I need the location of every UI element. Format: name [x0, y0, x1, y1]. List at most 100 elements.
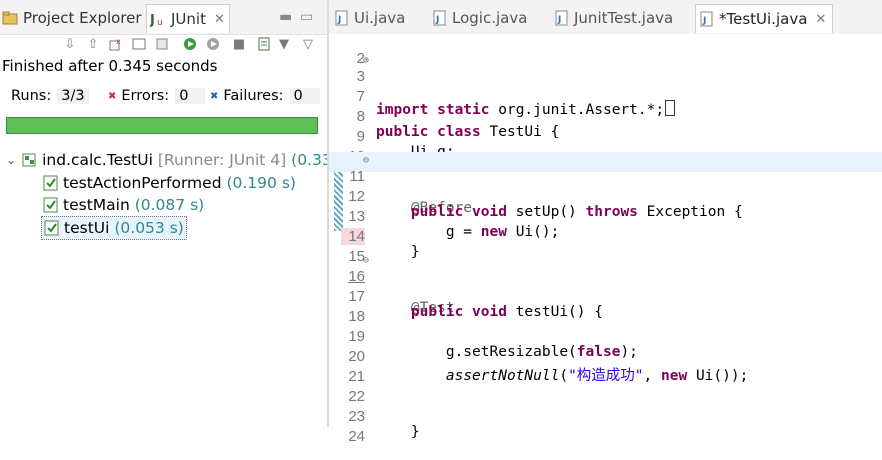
fold-expand-icon[interactable]: ⊕: [363, 55, 369, 66]
next-failure-icon[interactable]: ⇩: [62, 36, 78, 52]
test-name: testUi: [64, 219, 110, 237]
code-line: 16 ⊖ @Test: [329, 252, 882, 316]
code-line: 17 public void testUi() {: [329, 272, 882, 320]
editor-tab-bar: J Ui.java J Logic.java J JunitTest.java …: [329, 0, 882, 35]
editor-tab-logic[interactable]: J Logic.java: [433, 4, 527, 32]
tab-project-explorer[interactable]: Project Explorer: [2, 4, 142, 32]
test-case-row[interactable]: testMain (0.087 s): [43, 194, 204, 216]
error-icon: ✖: [108, 90, 117, 102]
code-line: 21: [329, 352, 882, 385]
errors-counter: ✖ Errors: 0: [108, 88, 206, 104]
tab-junit[interactable]: Ju JUnit ✕: [146, 4, 230, 33]
status-text: Finished after 0.345 seconds: [2, 57, 218, 75]
tree-root[interactable]: ⌄ ind.calc.TestUi [Runner: JUnit 4] (0.3…: [6, 149, 342, 171]
close-icon[interactable]: ✕: [214, 12, 225, 27]
code-line: 23 }: [329, 392, 882, 440]
maximize-icon[interactable]: ▭: [300, 9, 313, 25]
code-line: 15: [329, 232, 882, 265]
svg-text:x: x: [116, 37, 121, 46]
code-line: 7: [329, 72, 882, 105]
code-line: 18: [329, 292, 882, 325]
tree-root-runner: [Runner: JUnit 4]: [157, 151, 287, 169]
code-line: 22: [329, 372, 882, 405]
chevron-down-icon[interactable]: ⌄: [6, 153, 16, 167]
svg-text:u: u: [157, 18, 163, 27]
editor-tab-label: Ui.java: [354, 9, 406, 27]
failures-value: 0: [289, 88, 320, 104]
svg-text:J: J: [150, 13, 155, 27]
runs-value: 3/3: [57, 88, 89, 104]
java-file-icon: J: [555, 10, 569, 26]
java-file-icon: J: [433, 10, 447, 26]
test-name: testMain: [63, 196, 130, 214]
failures-counter: ✖ Failures: 0: [210, 88, 320, 104]
tab-label: JUnit: [171, 10, 206, 28]
code-line: 24: [329, 412, 882, 445]
code-line: 12 public void setUp() throws Exception …: [329, 172, 882, 220]
junit-view: Project Explorer Ju JUnit ✕ ▬ ▭ ⇩ ⇧ x ■: [0, 0, 342, 427]
line-number: 24: [348, 428, 365, 445]
code-line-current: 11 ⊖ @Before: [329, 152, 882, 216]
show-failures-only-icon[interactable]: x: [108, 36, 124, 52]
scroll-lock-icon[interactable]: [154, 36, 170, 52]
test-case-row[interactable]: testActionPerformed (0.190 s): [43, 172, 296, 194]
code-line: 14 }: [329, 212, 882, 260]
package-explorer-icon: [2, 10, 18, 26]
progress-bar: [6, 117, 318, 134]
editor-tab-label: Logic.java: [452, 9, 528, 27]
runs-label: Runs:: [11, 88, 52, 104]
code-line: 19 g.setResizable(false);: [329, 312, 882, 360]
history-dropdown-icon[interactable]: ▼: [276, 36, 292, 52]
junit-icon: Ju: [149, 11, 166, 28]
editor-tab-junittest[interactable]: J JunitTest.java: [555, 4, 673, 32]
errors-label: Errors:: [121, 88, 170, 104]
java-file-icon: J: [700, 11, 714, 27]
minimize-icon[interactable]: ▬: [279, 9, 292, 25]
code-line: 2: [329, 34, 882, 67]
svg-text:J: J: [435, 15, 439, 25]
fold-collapse-icon[interactable]: ⊖: [363, 155, 369, 166]
test-suite-icon: [22, 152, 38, 168]
code-editor[interactable]: 2 3 ⊕ import static org.junit.Assert.*; …: [329, 34, 882, 445]
svg-text:J: J: [557, 15, 561, 25]
test-passed-icon: [44, 220, 60, 236]
java-file-icon: J: [335, 10, 349, 26]
test-time: (0.053 s): [114, 219, 184, 237]
code-line: 8 public class TestUi {: [329, 92, 882, 140]
previous-failure-icon[interactable]: ⇧: [85, 36, 101, 52]
failure-icon: ✖: [210, 90, 219, 102]
failures-label: Failures:: [223, 88, 284, 104]
code-line: 9 Ui g;: [329, 112, 882, 160]
test-name: testActionPerformed: [63, 174, 222, 192]
editor-tab-label: JunitTest.java: [574, 9, 674, 27]
fold-collapse-icon[interactable]: ⊖: [363, 255, 369, 266]
editor-tab-label: *TestUi.java: [719, 10, 808, 28]
code-line: 13 g = new Ui();: [329, 192, 882, 240]
svg-text:J: J: [337, 15, 341, 25]
junit-toolbar: ⇩ ⇧ x ■ ▼ ▽: [0, 34, 327, 56]
test-time: (0.190 s): [226, 174, 296, 192]
tree-root-label: ind.calc.TestUi: [42, 151, 153, 169]
runs-counter: Runs: 3/3: [11, 88, 89, 104]
editor-tab-testui[interactable]: J *TestUi.java ✕: [695, 4, 834, 33]
history-icon[interactable]: [256, 36, 272, 52]
test-time: (0.087 s): [134, 196, 205, 214]
rerun-icon[interactable]: [182, 36, 198, 52]
rerun-failed-first-icon[interactable]: [205, 36, 221, 52]
left-tab-bar: Project Explorer Ju JUnit ✕ ▬ ▭: [0, 0, 327, 35]
test-passed-icon: [43, 197, 59, 213]
stop-icon[interactable]: ■: [231, 36, 247, 52]
counters-row: Runs: 3/3 ✖ Errors: 0 ✖ Failures: 0: [0, 86, 327, 110]
close-icon[interactable]: ✕: [815, 12, 826, 27]
code-line: 3 ⊕ import static org.junit.Assert.*;: [329, 52, 882, 118]
test-case-row[interactable]: testUi (0.053 s): [41, 216, 187, 240]
errors-value: 0: [175, 88, 206, 104]
code-line: 20 assertNotNull("构造成功", new Ui());: [329, 332, 882, 384]
view-menu-icon[interactable]: ▽: [300, 36, 316, 52]
editor-tab-ui[interactable]: J Ui.java: [335, 4, 405, 32]
svg-text:J: J: [702, 16, 706, 26]
test-passed-icon: [43, 175, 59, 191]
code-line: 10: [329, 132, 882, 165]
show-skipped-icon[interactable]: [131, 36, 147, 52]
tab-label: Project Explorer: [23, 9, 142, 27]
